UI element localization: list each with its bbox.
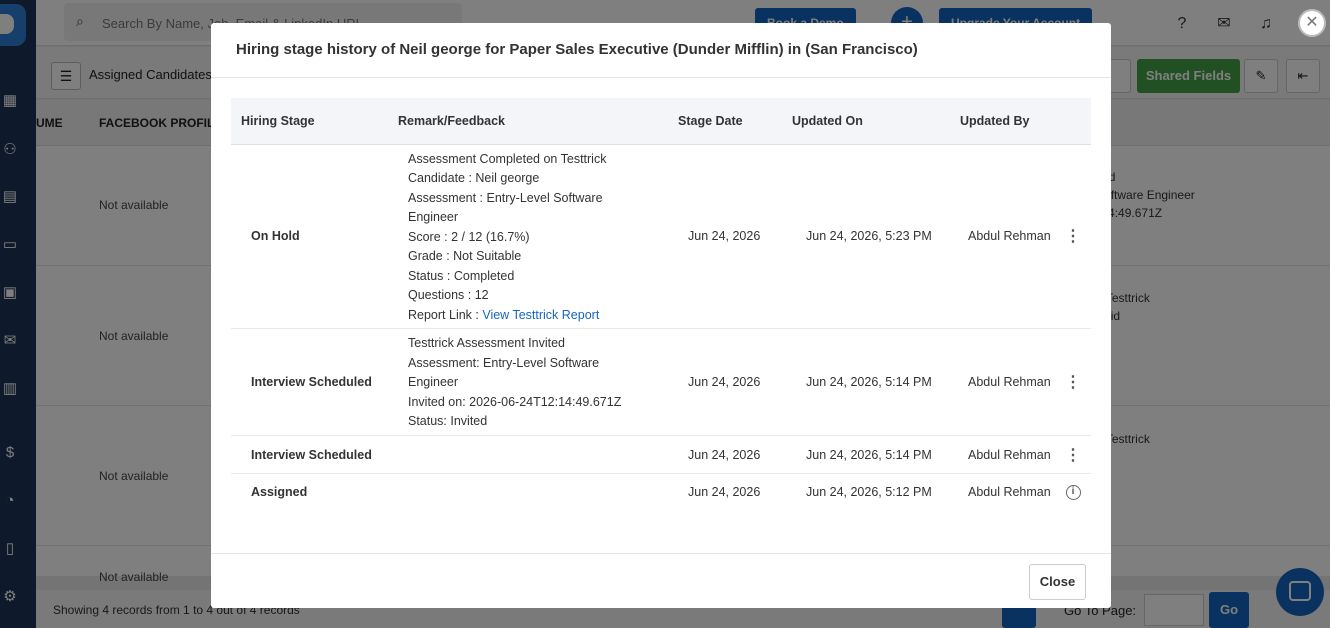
table-row: Assigned Jun 24, 2026 Jun 24, 2026, 5:12… bbox=[231, 474, 1091, 510]
remark-line: Invited on: 2026-06-24T12:14:49.671Z bbox=[408, 394, 622, 409]
remark-cell bbox=[388, 474, 668, 510]
stage-cell: Interview Scheduled bbox=[231, 435, 388, 474]
dialog-title: Hiring stage history of Neil george for … bbox=[236, 41, 918, 58]
remark-cell: Testtrick Assessment Invited Assessment:… bbox=[388, 328, 668, 436]
close-button[interactable]: Close bbox=[1029, 564, 1086, 600]
remark-line: Assessment : Entry-Level Software bbox=[408, 190, 603, 205]
remark-cell bbox=[388, 435, 668, 474]
dialog-footer: Close bbox=[211, 553, 1111, 608]
close-icon[interactable]: ✕ bbox=[1298, 9, 1326, 37]
stage-date-cell: Jun 24, 2026 bbox=[688, 484, 761, 499]
report-link-label: Report Link : bbox=[408, 307, 483, 322]
stage-history-table: Hiring Stage Remark/Feedback Stage Date … bbox=[231, 98, 1091, 510]
row-actions: ⋮ bbox=[1055, 144, 1091, 329]
view-testtrick-report-link[interactable]: View Testtrick Report bbox=[482, 308, 599, 322]
header-updated-by: Updated By bbox=[950, 98, 1091, 145]
header-remark: Remark/Feedback bbox=[388, 98, 668, 145]
stage-cell: Interview Scheduled bbox=[231, 328, 388, 436]
kebab-menu-icon[interactable]: ⋮ bbox=[1065, 374, 1081, 391]
row-actions: i bbox=[1055, 474, 1091, 510]
remark-line: Grade : Not Suitable bbox=[408, 249, 522, 263]
stage-date-cell: Jun 24, 2026 bbox=[668, 435, 782, 474]
updated-by-cell: Abdul Rehman bbox=[950, 328, 1055, 436]
updated-by-cell: Abdul Rehman bbox=[950, 144, 1055, 329]
table-row: Interview Scheduled Jun 24, 2026 Jun 24,… bbox=[231, 435, 1091, 474]
kebab-menu-icon[interactable]: ⋮ bbox=[1065, 228, 1081, 245]
updated-on-cell: Jun 24, 2026, 5:14 PM bbox=[782, 328, 950, 436]
header-updated-on: Updated On bbox=[782, 98, 950, 145]
remark-line: Report Link : View Testtrick Report bbox=[408, 306, 658, 326]
stage-cell: Assigned bbox=[251, 484, 308, 499]
remark-line: Engineer bbox=[408, 210, 459, 224]
remark-line: Testtrick Assessment Invited bbox=[408, 336, 566, 351]
remark-line: Candidate : Neil george bbox=[408, 171, 540, 185]
updated-by-cell: Abdul Rehman bbox=[950, 435, 1055, 474]
updated-by-cell: Abdul Rehman bbox=[968, 484, 1051, 499]
info-icon[interactable]: i bbox=[1065, 485, 1081, 501]
hiring-stage-history-dialog: Hiring stage history of Neil george for … bbox=[211, 23, 1111, 608]
header-hiring-stage: Hiring Stage bbox=[231, 98, 388, 145]
table-row: Interview Scheduled Testtrick Assessment… bbox=[231, 328, 1091, 436]
stage-date-cell: Jun 24, 2026 bbox=[668, 328, 782, 436]
updated-on-cell: Jun 24, 2026, 5:23 PM bbox=[782, 144, 950, 329]
row-actions: ⋮ bbox=[1055, 435, 1091, 474]
table-row: On Hold Assessment Completed on Testtric… bbox=[231, 144, 1091, 329]
remark-line: Assessment Completed on Testtrick bbox=[408, 151, 607, 166]
remark-line: Engineer bbox=[408, 375, 459, 390]
remark-line: Assessment: Entry-Level Software bbox=[408, 355, 600, 370]
kebab-menu-icon[interactable]: ⋮ bbox=[1065, 447, 1081, 464]
updated-on-cell: Jun 24, 2026, 5:12 PM bbox=[806, 484, 932, 499]
row-actions: ⋮ bbox=[1055, 328, 1091, 436]
dialog-body: Hiring Stage Remark/Feedback Stage Date … bbox=[211, 78, 1111, 510]
remark-line: Status: Invited bbox=[408, 414, 488, 429]
dialog-header: Hiring stage history of Neil george for … bbox=[211, 23, 1111, 78]
remark-line: Score : 2 / 12 (16.7%) bbox=[408, 229, 530, 244]
updated-on-cell: Jun 24, 2026, 5:14 PM bbox=[782, 435, 950, 474]
remark-line: Questions : 12 bbox=[408, 288, 489, 302]
stage-date-cell: Jun 24, 2026 bbox=[668, 144, 782, 329]
stage-cell: On Hold bbox=[231, 144, 388, 329]
remark-line: Status : Completed bbox=[408, 268, 515, 283]
header-stage-date: Stage Date bbox=[668, 98, 782, 145]
remark-cell: Assessment Completed on Testtrick Candid… bbox=[388, 144, 668, 329]
